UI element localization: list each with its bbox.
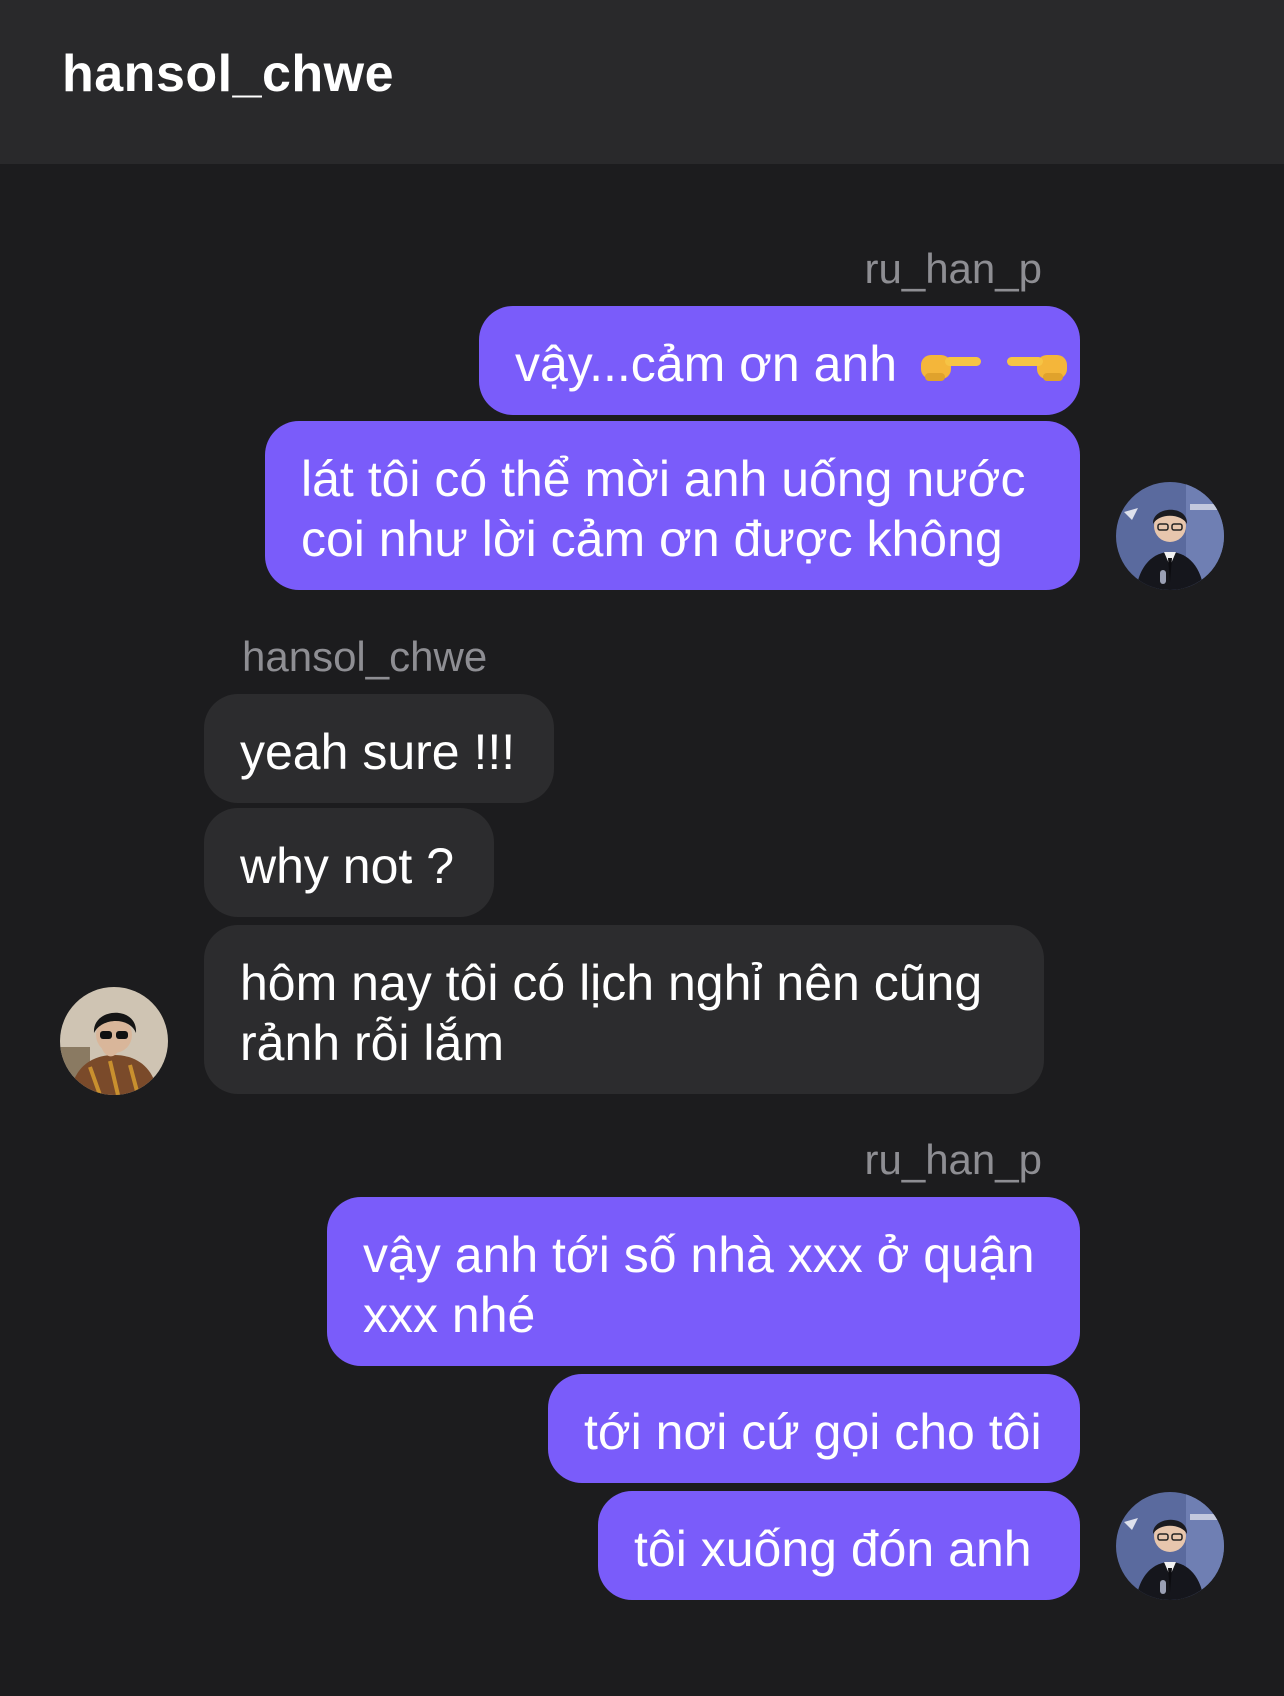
outgoing-message-bubble[interactable]: lát tôi có thể mời anh uống nước coi như… bbox=[265, 421, 1080, 590]
pointing-left-hand-emoji-icon bbox=[1003, 338, 1067, 398]
message-text: vậy...cảm ơn anh bbox=[515, 336, 898, 392]
outgoing-message-bubble[interactable]: tới nơi cứ gọi cho tôi bbox=[548, 1374, 1080, 1483]
pointing-right-hand-emoji-icon bbox=[920, 338, 985, 398]
avatar-hansol-chwe[interactable] bbox=[60, 987, 168, 1095]
sender-label: hansol_chwe bbox=[242, 633, 488, 680]
outgoing-message-bubble[interactable]: tôi xuống đón anh bbox=[598, 1491, 1080, 1600]
incoming-message-bubble[interactable]: yeah sure !!! bbox=[204, 694, 554, 803]
incoming-message-bubble[interactable]: hôm nay tôi có lịch nghỉ nên cũng rảnh r… bbox=[204, 925, 1044, 1094]
outgoing-message-bubble[interactable]: vậy...cảm ơn anh bbox=[479, 306, 1080, 415]
avatar-ru-han-p[interactable] bbox=[1116, 482, 1224, 590]
chat-header: hansol_chwe bbox=[0, 0, 1284, 164]
chat-title: hansol_chwe bbox=[62, 45, 395, 103]
avatar-ru-han-p[interactable] bbox=[1116, 1492, 1224, 1600]
incoming-message-bubble[interactable]: why not ? bbox=[204, 808, 494, 917]
outgoing-message-bubble[interactable]: vậy anh tới số nhà xxx ở quận xxx nhé bbox=[327, 1197, 1080, 1366]
sender-label: ru_han_p bbox=[864, 1136, 1043, 1183]
sender-label: ru_han_p bbox=[864, 245, 1043, 292]
